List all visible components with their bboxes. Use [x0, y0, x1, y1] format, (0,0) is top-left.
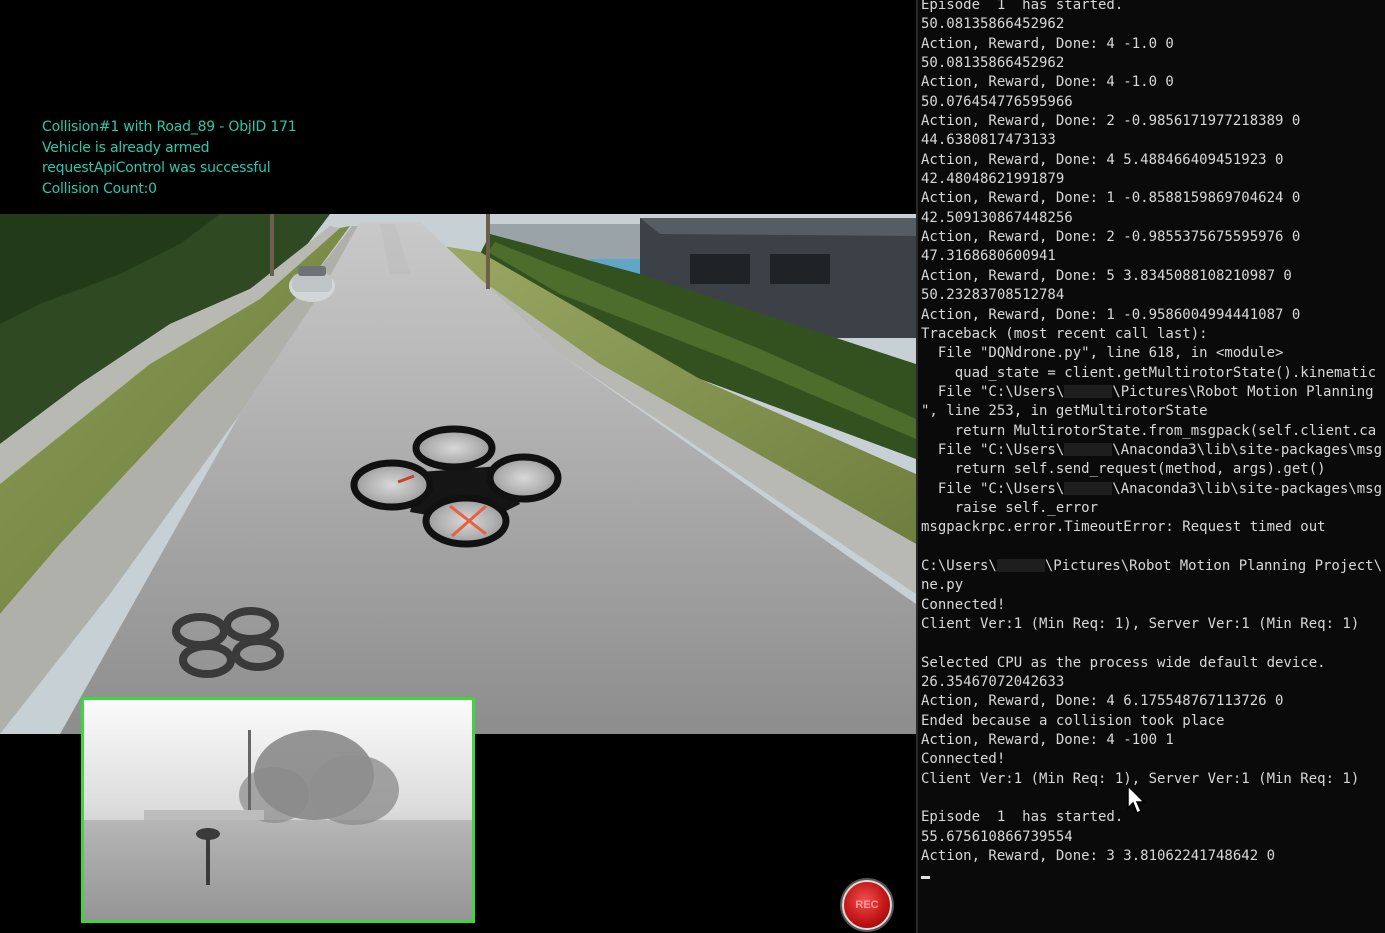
console-line: ", line 253, in getMultirotorState [921, 403, 1208, 420]
console-line: 50.076454776595966 [921, 93, 1073, 110]
console-line: ne.py [921, 577, 964, 594]
console-line: return self.send_request(method, args).g… [921, 461, 1326, 478]
console-line: Action, Reward, Done: 3 3.81062241748642… [921, 848, 1276, 865]
redacted-username [1064, 481, 1113, 495]
console-line: 26.35467072042633 [921, 674, 1065, 691]
console-line: File "DQNdrone.py", line 618, in <module… [921, 345, 1284, 362]
console-line: 50.08135866452962 [921, 16, 1065, 33]
hud-message: Vehicle is already armed [42, 139, 210, 156]
record-button-label: REC [855, 899, 879, 911]
console-line-head: C:\Users\ [921, 557, 997, 574]
record-button[interactable]: REC [842, 880, 892, 930]
console-line: Client Ver:1 (Min Req: 1), Server Ver:1 … [921, 616, 1360, 632]
console-line: Action, Reward, Done: 2 -0.9856171977218… [921, 113, 1301, 130]
console-line: File "C:\Users\ \Pictures\Robot Motion Pl… [921, 383, 1385, 402]
console-line: Client Ver:1 (Min Req: 1), Server Ver:1 … [921, 770, 1360, 787]
console-line-head: File "C:\Users\ [921, 383, 1065, 400]
console-line: Traceback (most recent call last): [921, 325, 1208, 342]
console-line: Action, Reward, Done: 4 6.17554876711372… [921, 693, 1284, 710]
console-line-tail: \Pictures\Robot Motion Planning Project\ [1044, 557, 1383, 574]
console-line: Connected! [921, 596, 1006, 613]
console-line: Action, Reward, Done: 4 -1.0 0 [921, 35, 1174, 52]
console-line-tail: \Anaconda3\lib\site-packages\msg [1112, 441, 1383, 458]
console-line: 50.23283708512784 [921, 287, 1065, 304]
console-line: Action, Reward, Done: 4 -100 1 [921, 732, 1174, 749]
console-line-head: File "C:\Users\ [921, 480, 1065, 497]
scene-camera-view [0, 214, 916, 734]
console-output: Episode 1 has started. 50.08135866452962… [921, 0, 1385, 886]
console-line: Action, Reward, Done: 4 -1.0 0 [921, 74, 1174, 91]
hud-message: requestApiControl was successful [42, 160, 271, 176]
console-line: Episode 1 has started. [921, 0, 1124, 13]
console-line: Action, Reward, Done: 2 -0.9855375675595… [921, 229, 1301, 246]
redacted-username [1064, 384, 1113, 398]
console-line: raise self._error [921, 499, 1099, 516]
console-line: C:\Users\ \Pictures\Robot Motion Planning… [921, 557, 1385, 576]
console-line: 42.48048621991879 [921, 171, 1065, 188]
console-line: Action, Reward, Done: 1 -0.9586004994441… [921, 306, 1301, 323]
console-line: File "C:\Users\ \Anaconda3\lib\site-packa… [921, 480, 1385, 499]
console-line: Connected! [921, 751, 1006, 768]
hud-message: Collision#1 with Road_89 - ObjID 171 [42, 119, 297, 135]
console-line: quad_state = client.getMultirotorState()… [921, 364, 1377, 381]
console-line-head: File "C:\Users\ [921, 441, 1065, 458]
redacted-username [1064, 442, 1113, 456]
console-line: 42.509130867448256 [921, 209, 1073, 226]
hud-messages: Collision#1 with Road_89 - ObjID 171 Veh… [42, 117, 297, 199]
console-line: Action, Reward, Done: 5 3.83450881082109… [921, 267, 1292, 284]
console-line: Episode 1 has started. [921, 809, 1124, 826]
console-line: Action, Reward, Done: 1 -0.8588159869704… [921, 190, 1301, 207]
console-line: Selected CPU as the process wide default… [921, 654, 1326, 671]
console-line: return MultirotorState.from_msgpack(self… [921, 422, 1377, 439]
text-cursor [921, 876, 930, 880]
depth-camera-view [81, 697, 475, 923]
simulator-view: Collision#1 with Road_89 - ObjID 171 Veh… [0, 0, 916, 933]
hud-message: Collision Count:0 [42, 180, 157, 197]
console-line: 47.3168680600941 [921, 248, 1056, 265]
console-prompt-line[interactable] [921, 866, 1385, 885]
console-line-tail: \Anaconda3\lib\site-packages\msg [1112, 480, 1383, 497]
mouse-pointer-icon [1127, 785, 1146, 815]
console-line: Action, Reward, Done: 4 5.48846640945192… [921, 151, 1284, 168]
redacted-username [996, 558, 1045, 572]
console-line: File "C:\Users\ \Anaconda3\lib\site-packa… [921, 441, 1385, 460]
console-line: msgpackrpc.error.TimeoutError: Request t… [921, 519, 1326, 536]
console-line-tail: \Pictures\Robot Motion Planning [1112, 383, 1374, 400]
terminal-console[interactable]: Episode 1 has started. 50.08135866452962… [916, 0, 1385, 933]
console-line: 50.08135866452962 [921, 55, 1065, 72]
console-line: 55.675610866739554 [921, 828, 1073, 845]
console-line: Ended because a collision took place [921, 712, 1225, 729]
console-line: 44.6380817473133 [921, 132, 1056, 149]
